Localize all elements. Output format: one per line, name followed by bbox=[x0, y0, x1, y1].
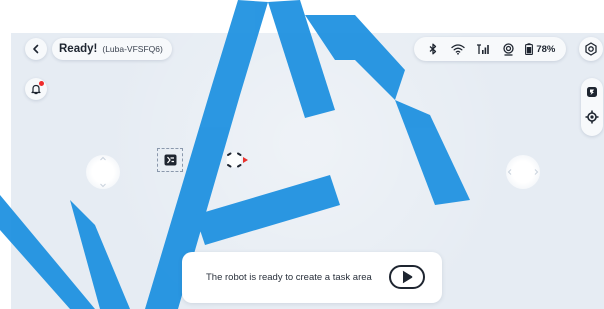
charging-station-icon bbox=[164, 154, 176, 166]
charging-station-icon[interactable] bbox=[586, 85, 598, 103]
cellular-signal-icon bbox=[475, 41, 491, 57]
notification-dot bbox=[39, 81, 44, 86]
gps-icon bbox=[500, 41, 516, 57]
battery-indicator: 78% bbox=[525, 43, 555, 55]
chevron-left-icon bbox=[33, 44, 39, 54]
gear-icon bbox=[585, 42, 597, 56]
status-title-pill: Ready! (Luba-VFSFQ6) bbox=[52, 38, 172, 60]
page-title: Ready! bbox=[59, 43, 98, 55]
battery-icon bbox=[525, 43, 534, 55]
joystick-horizontal-arrows-icon bbox=[507, 169, 539, 175]
bluetooth-icon bbox=[425, 41, 441, 57]
back-button[interactable] bbox=[25, 38, 47, 60]
task-prompt-text: The robot is ready to create a task area bbox=[206, 272, 372, 283]
robot-marker[interactable] bbox=[222, 150, 252, 170]
start-task-button[interactable] bbox=[389, 265, 425, 289]
wifi-icon bbox=[450, 41, 466, 57]
device-status-bar[interactable]: 78% bbox=[414, 37, 566, 61]
battery-percent: 78% bbox=[536, 43, 556, 55]
device-name: (Luba-VFSFQ6) bbox=[102, 44, 163, 54]
left-joystick[interactable] bbox=[86, 155, 120, 189]
notifications-button[interactable] bbox=[25, 78, 47, 100]
joystick-vertical-arrows-icon bbox=[100, 156, 106, 188]
map-charging-station[interactable] bbox=[157, 148, 183, 172]
settings-button[interactable] bbox=[579, 37, 603, 61]
right-joystick[interactable] bbox=[506, 155, 540, 189]
play-icon bbox=[402, 270, 413, 284]
locate-robot-icon[interactable] bbox=[585, 110, 599, 129]
map-tools-panel bbox=[581, 78, 603, 136]
